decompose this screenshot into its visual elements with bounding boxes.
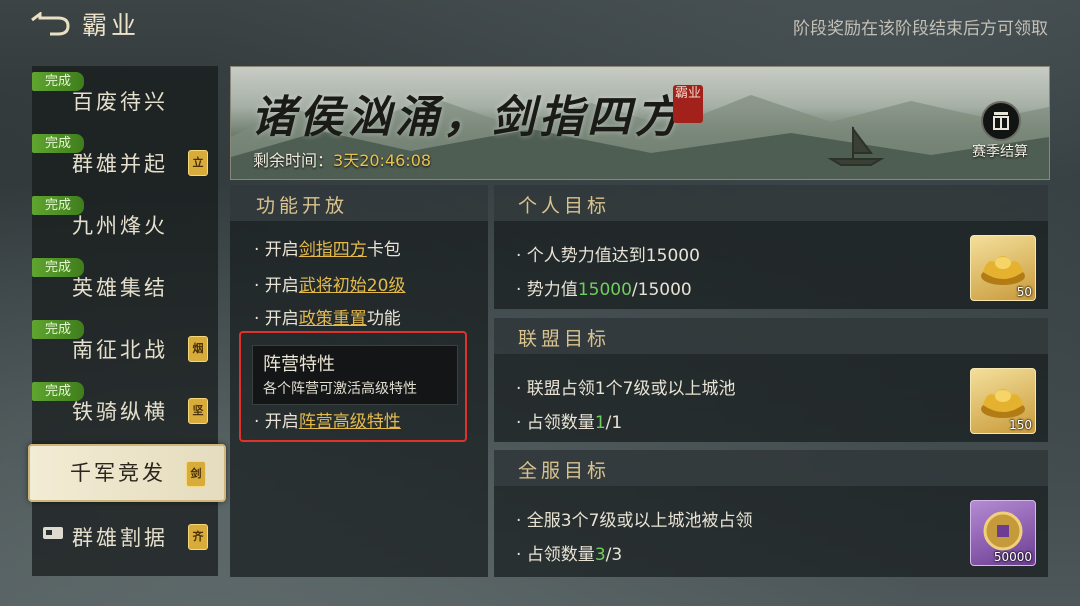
progress-target: /15000 — [631, 280, 692, 300]
feature-link[interactable]: 政策重置 — [299, 309, 367, 329]
faction-chip-icon: 剑 — [186, 461, 206, 487]
stage-label: 群雄并起 — [72, 152, 168, 176]
stage-item-3[interactable]: 完成 九州烽火 — [32, 192, 218, 250]
feature-prefix: · 开启 — [254, 276, 299, 296]
settlement-label: 赛季结算 — [972, 144, 1028, 160]
stage-label: 群雄割据 — [72, 526, 168, 550]
reward-count: 150 — [1009, 418, 1032, 432]
back-arrow-icon[interactable] — [30, 12, 70, 36]
panel-header: 功能开放 — [230, 185, 488, 221]
stage-label: 九州烽火 — [72, 214, 168, 238]
progress-current: 3 — [594, 545, 606, 565]
progress-label: · 势力值 — [516, 280, 578, 300]
goal-description: · 全服3个7级或以上城池被占领 — [516, 511, 753, 531]
feature-item: · 开启政策重置功能 — [254, 304, 401, 329]
goal-progress: · 占领数量1/1 — [516, 408, 622, 433]
goal-title: 个人目标 — [518, 195, 611, 217]
timer-label: 剩余时间： — [253, 151, 334, 170]
stage-label: 千军竞发 — [70, 461, 166, 485]
alliance-goal-panel: 联盟目标 · 联盟占领1个7级或以上城池 · 占领数量1/1 150 — [494, 318, 1048, 442]
feature-item: · 开启剑指四方卡包 — [254, 235, 401, 260]
server-goal-panel: 全服目标 · 全服3个7级或以上城池被占领 · 占领数量3/3 50000 — [494, 450, 1048, 577]
reward-count: 50 — [1016, 285, 1032, 299]
progress-current: 15000 — [577, 280, 632, 300]
goal-header: 联盟目标 — [494, 318, 1048, 354]
feature-suffix: 卡包 — [366, 240, 401, 260]
feature-link[interactable]: 剑指四方 — [299, 240, 367, 260]
goal-header: 全服目标 — [494, 450, 1048, 486]
top-bar: 霸业 阶段奖励在该阶段结束后方可领取 — [0, 0, 1080, 52]
goal-title: 联盟目标 — [518, 328, 611, 350]
progress-label: · 占领数量 — [516, 545, 595, 565]
stage-item-2[interactable]: 完成 群雄并起 立 — [32, 130, 218, 188]
feature-item: · 开启武将初始20级 — [254, 271, 405, 296]
reward-slot[interactable]: 50 — [970, 235, 1036, 301]
stage-label: 英雄集结 — [72, 276, 168, 300]
feature-link[interactable]: 武将初始20级 — [299, 276, 406, 296]
goal-progress: · 势力值15000/15000 — [516, 275, 692, 300]
stage-label: 南征北战 — [72, 338, 168, 362]
stage-item-1[interactable]: 完成 百废待兴 — [32, 68, 218, 126]
stage-sidebar: 完成 百废待兴 完成 群雄并起 立 完成 九州烽火 完成 英雄集结 完成 南征北… — [28, 66, 226, 576]
personal-goal-panel: 个人目标 · 个人势力值达到15000 · 势力值15000/15000 50 — [494, 185, 1048, 309]
reward-notice: 阶段奖励在该阶段结束后方可领取 — [793, 19, 1048, 39]
banner-title: 诸侯汹涌，剑指四方 — [251, 92, 683, 143]
stage-item-6[interactable]: 完成 铁骑纵横 坚 — [32, 378, 218, 436]
progress-current: 1 — [594, 413, 606, 433]
feature-prefix: · 开启 — [254, 309, 299, 329]
panel-title: 功能开放 — [256, 195, 349, 217]
settlement-icon — [981, 101, 1021, 141]
progress-target: /1 — [605, 413, 623, 433]
faction-chip-icon: 烟 — [188, 336, 208, 362]
reward-slot[interactable]: 150 — [970, 368, 1036, 434]
goal-header: 个人目标 — [494, 185, 1048, 221]
page-title: 霸业 — [82, 11, 141, 40]
stage-item-5[interactable]: 完成 南征北战 烟 — [32, 316, 218, 374]
stage-item-8[interactable]: 群雄割据 齐 — [32, 504, 218, 562]
timer-value: 3天20:46:08 — [333, 151, 432, 170]
stage-label: 铁骑纵横 — [72, 400, 168, 424]
progress-label: · 占领数量 — [516, 413, 595, 433]
stage-item-7-active[interactable]: 千军竞发 剑 — [28, 444, 226, 502]
goal-progress: · 占领数量3/3 — [516, 540, 622, 565]
faction-chip-icon: 坚 — [188, 398, 208, 424]
stage-label: 百废待兴 — [72, 90, 168, 114]
feature-prefix: · 开启 — [254, 240, 299, 260]
season-settlement-button[interactable]: 赛季结算 — [961, 101, 1039, 171]
goal-title: 全服目标 — [518, 460, 611, 482]
goal-description: · 联盟占领1个7级或以上城池 — [516, 379, 736, 399]
faction-chip-icon: 齐 — [188, 524, 208, 550]
season-banner: 诸侯汹涌，剑指四方 霸业 剩余时间：3天20:46:08 赛季结算 — [230, 66, 1050, 180]
faction-chip-icon: 立 — [188, 150, 208, 176]
stage-item-4[interactable]: 完成 英雄集结 — [32, 254, 218, 312]
highlight-box — [239, 331, 467, 442]
reward-slot[interactable]: 50000 — [970, 500, 1036, 566]
reward-count: 50000 — [993, 550, 1032, 564]
time-remaining: 剩余时间：3天20:46:08 — [253, 147, 431, 171]
goal-description: · 个人势力值达到15000 — [516, 246, 700, 266]
lock-icon — [43, 527, 63, 539]
progress-target: /3 — [605, 545, 623, 565]
seal-stamp: 霸业 — [673, 85, 703, 123]
feature-suffix: 功能 — [366, 309, 401, 329]
